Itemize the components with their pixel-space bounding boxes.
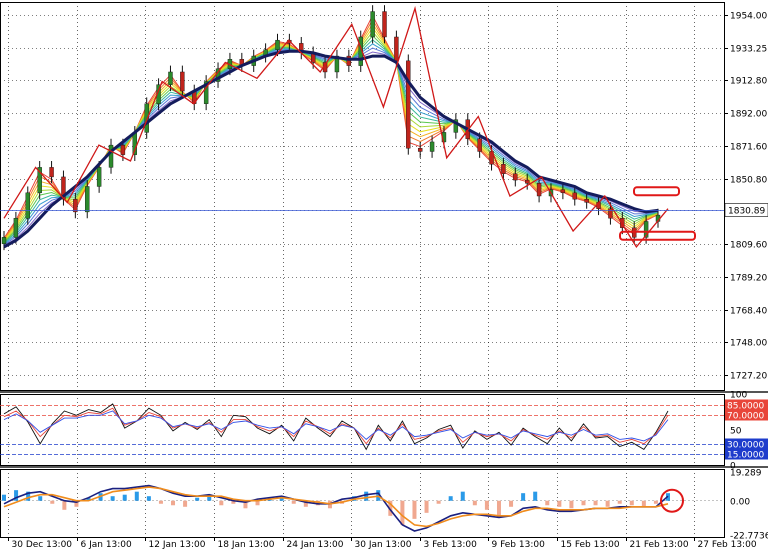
hist-bar — [448, 496, 453, 501]
hist-bar — [158, 500, 163, 504]
candle-body — [1, 237, 7, 244]
hist-bar — [496, 500, 501, 516]
price-y-tick-label: 1850.80 — [730, 176, 767, 186]
hist-bar — [509, 500, 514, 507]
hist-bar — [424, 500, 429, 513]
hist-bar — [617, 500, 622, 504]
hist-bar — [412, 500, 417, 519]
hist-bar — [195, 497, 200, 501]
hist-bar — [533, 491, 538, 501]
hist-bar — [364, 491, 369, 501]
panel-backgrounds — [0, 2, 768, 538]
candle-body — [346, 55, 352, 66]
candle-body — [513, 173, 518, 181]
hist-bar — [472, 500, 477, 506]
hist-y-tick-label: -22.7736 — [730, 532, 768, 542]
candle-body — [406, 60, 411, 149]
hist-bar — [38, 496, 43, 501]
hist-bar — [146, 496, 151, 501]
x-tick-label: 12 Jan 13:00 — [149, 540, 206, 550]
hist-bar — [653, 500, 658, 504]
candle-body — [501, 163, 506, 174]
osc-y-tick-label: 50 — [730, 427, 742, 437]
hist-bar — [183, 500, 188, 507]
hist-bar — [122, 494, 127, 501]
price-y-tick-label: 1809.60 — [730, 241, 767, 251]
hist-bar — [291, 500, 296, 504]
candle-body — [49, 167, 54, 178]
x-tick-label: 9 Feb 13:00 — [492, 540, 546, 550]
hist-bar — [110, 496, 115, 501]
candle-body — [536, 183, 542, 197]
price-y-tick-label: 1727.20 — [730, 372, 767, 382]
hist-bar — [545, 500, 550, 506]
x-tick-label: 24 Jan 13:00 — [287, 540, 344, 550]
candle-body — [382, 11, 387, 38]
price-y-tick-label: 1892.00 — [730, 110, 767, 120]
candle-body — [96, 167, 102, 187]
x-tick-label: 6 Jan 13:00 — [81, 540, 133, 550]
price-y-tick-label: 1748.00 — [730, 339, 767, 349]
candle-body — [417, 148, 423, 152]
hist-bar — [641, 500, 646, 507]
hist-bar — [605, 500, 610, 507]
histogram-panel-frame — [0, 469, 725, 538]
x-tick-label: 15 Feb 13:00 — [561, 540, 620, 550]
candle-body — [25, 192, 30, 219]
hist-bar — [593, 500, 598, 506]
candle-body — [180, 71, 185, 92]
hist-bar — [460, 491, 465, 501]
candle-body — [370, 11, 375, 38]
hist-bar — [581, 500, 586, 506]
x-tick-label: 27 Feb 13:00 — [698, 540, 757, 550]
candle-body — [429, 141, 435, 152]
hist-bar — [62, 500, 67, 510]
x-tick-label: 30 Jan 13:00 — [355, 540, 412, 550]
price-y-tick-label: 1954.00 — [730, 12, 767, 22]
osc-y-tick-label: 100 — [730, 391, 747, 401]
x-tick-label: 21 Feb 13:00 — [630, 540, 689, 550]
price-y-tick-label: 1912.80 — [730, 77, 767, 87]
hist-bar — [219, 500, 224, 506]
hist-bar — [521, 493, 526, 501]
candle-body — [120, 144, 126, 155]
candle-body — [275, 39, 280, 50]
hist-bar — [2, 494, 6, 501]
candle-body — [525, 179, 530, 184]
candle-body — [477, 138, 482, 152]
hist-bar — [629, 500, 634, 506]
osc-level-label: 70.0000 — [727, 412, 764, 422]
hist-y-tick-label: 0.00 — [730, 498, 750, 508]
x-tick-label: 30 Dec 13:00 — [12, 540, 73, 550]
price-y-tick-label: 1768.40 — [730, 307, 767, 317]
candle-body — [572, 192, 577, 200]
candle-body — [168, 71, 173, 85]
panel-separator — [0, 466, 768, 468]
price-y-tick-label: 1871.60 — [730, 143, 767, 153]
candle-body — [73, 198, 78, 213]
panel-separator — [0, 391, 768, 393]
current-price-label: 1830.89 — [728, 207, 765, 217]
trading-chart: 30 Dec 13:00 6 Jan 13:00 12 Jan 13:00 18 Ja… — [0, 2, 768, 550]
hist-bar — [484, 500, 489, 510]
candle-body — [560, 189, 566, 194]
osc-level-label: 15.0000 — [727, 451, 764, 461]
candle-body — [85, 186, 90, 213]
candle-body — [13, 218, 19, 238]
hist-bar — [50, 500, 55, 504]
hist-bar — [400, 500, 405, 525]
hist-bar — [569, 500, 574, 509]
candle-body — [394, 36, 399, 62]
x-tick-label: 18 Jan 13:00 — [218, 540, 275, 550]
price-y-tick-label: 1789.20 — [730, 274, 767, 284]
price-y-tick-label: 1933.25 — [730, 45, 767, 55]
hist-bar — [171, 500, 176, 506]
hist-bar — [557, 500, 562, 507]
hist-bar — [436, 500, 441, 504]
hist-bar — [134, 491, 139, 501]
candle-body — [584, 198, 589, 203]
hist-y-tick-label: 19.289 — [730, 469, 762, 479]
x-tick-label: 3 Feb 13:00 — [424, 540, 478, 550]
